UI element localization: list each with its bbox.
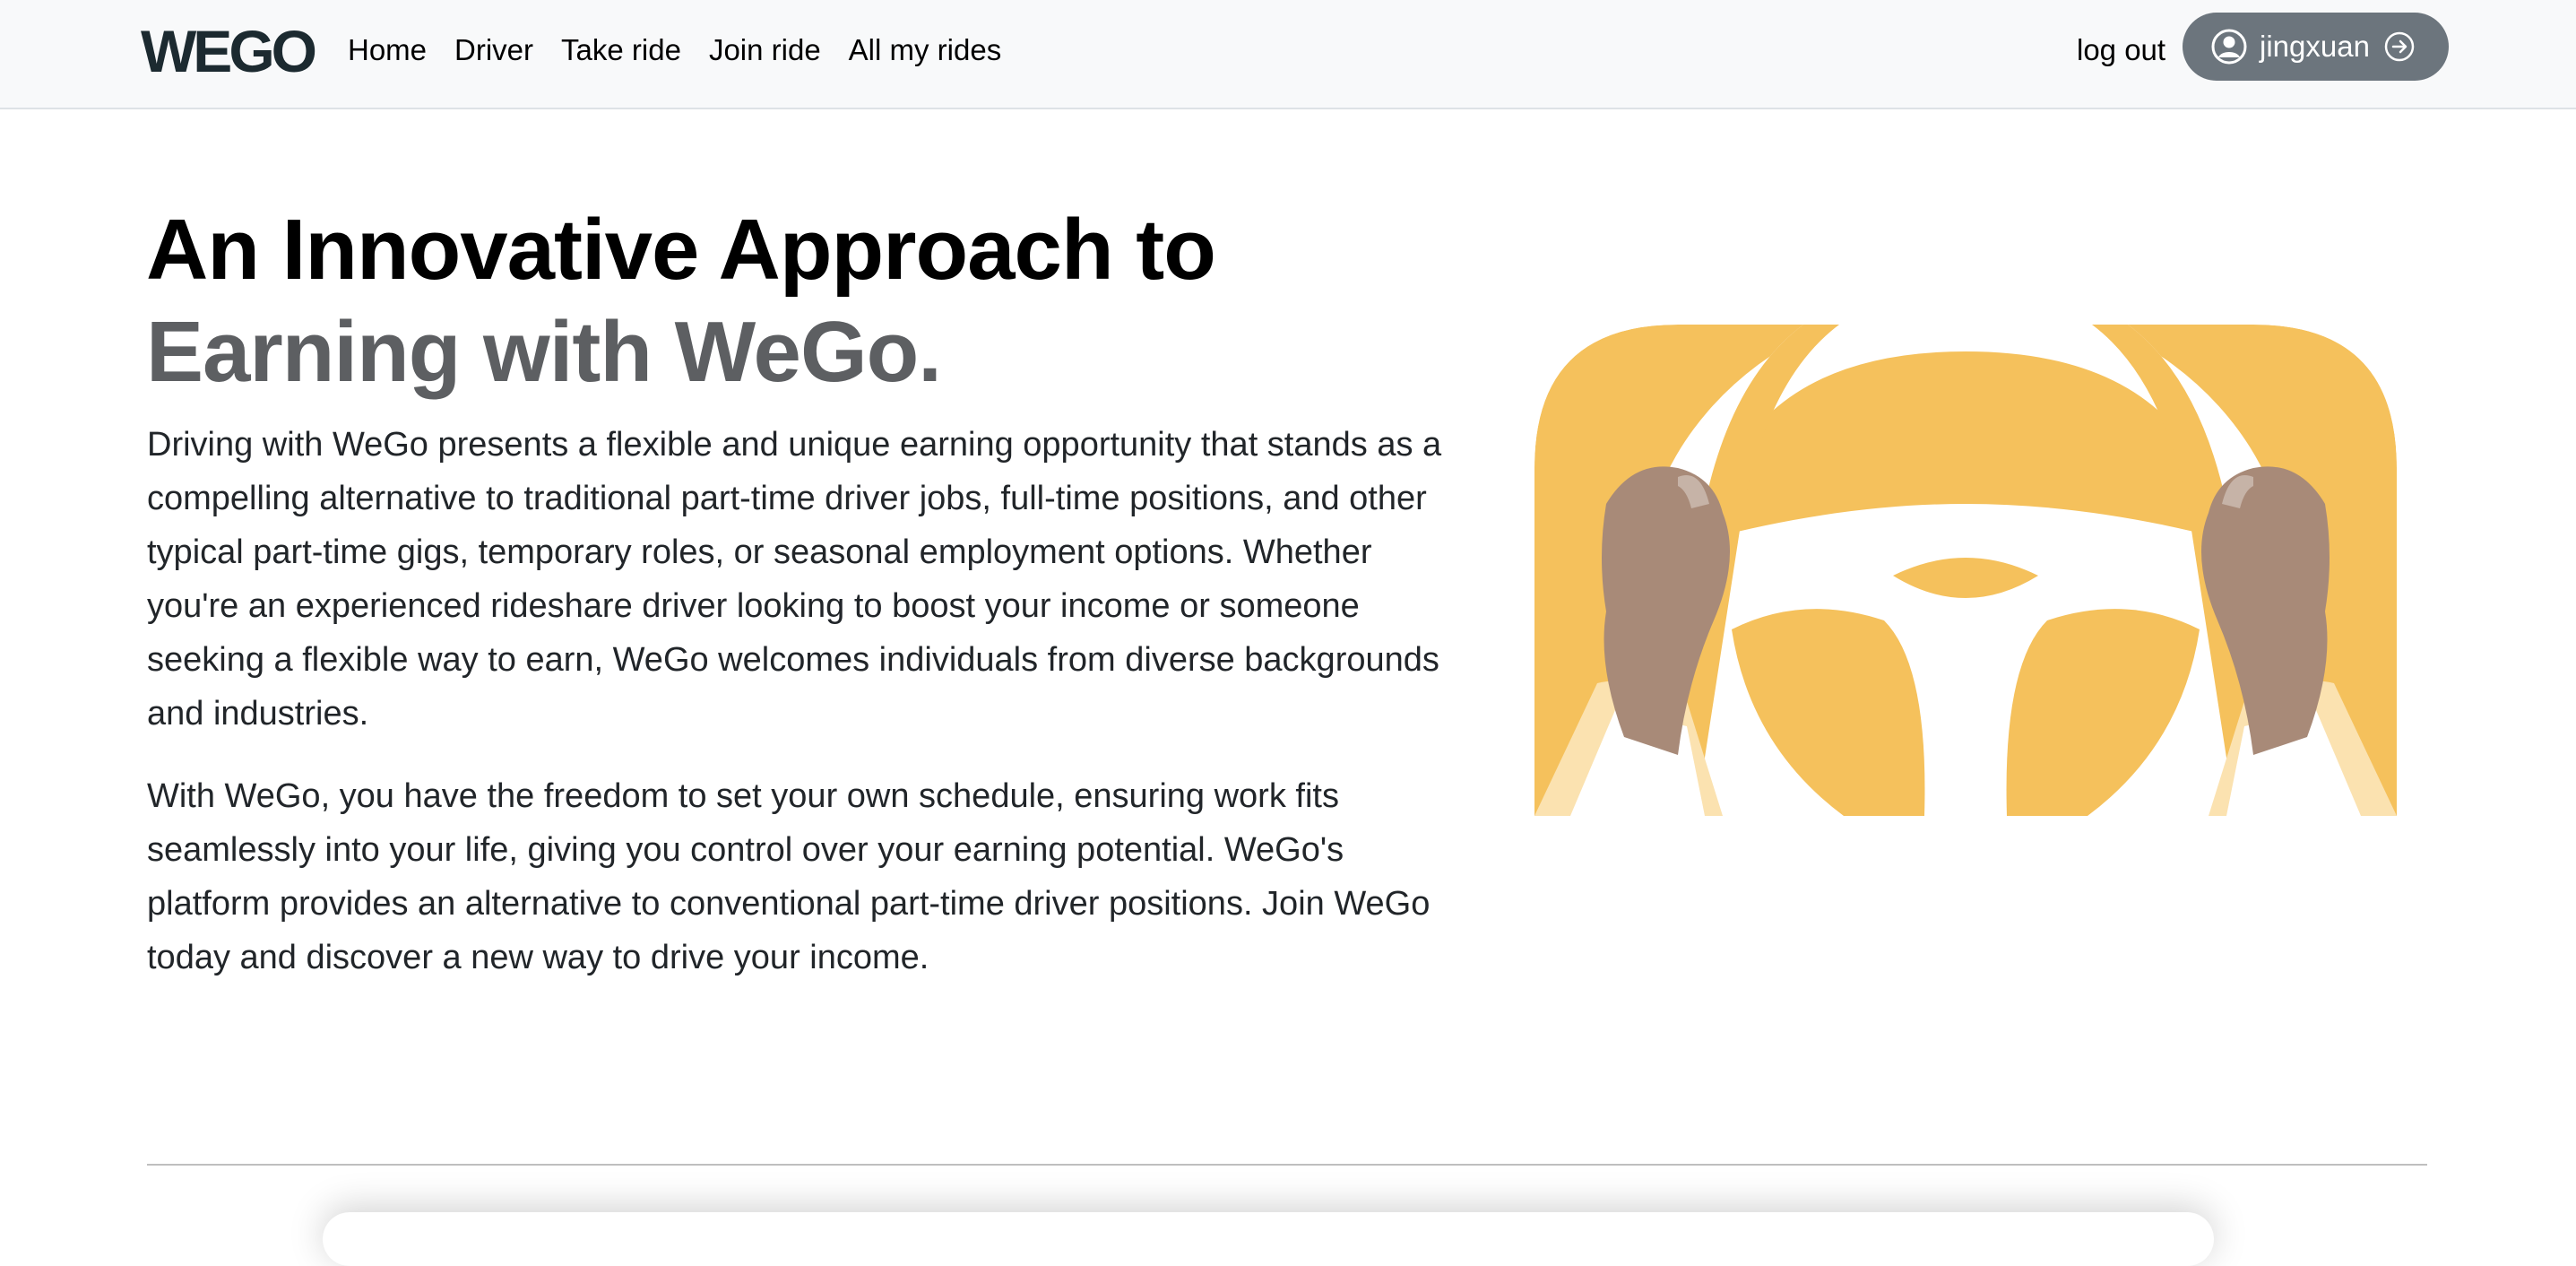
nav-link-join-ride[interactable]: Join ride	[709, 27, 821, 74]
user-account-button[interactable]: jingxuan	[2183, 13, 2449, 81]
hero-title-line2: Earning with WeGo.	[146, 304, 942, 400]
hero-paragraph-2: With WeGo, you have the freedom to set y…	[147, 777, 1431, 976]
hero-title: An Innovative Approach to Earning with W…	[146, 199, 1216, 403]
logout-link[interactable]: log out	[2077, 27, 2165, 74]
nav-link-home[interactable]: Home	[348, 27, 427, 74]
top-navbar: WEGO Home Driver Take ride Join ride All…	[0, 0, 2576, 109]
next-section-card	[323, 1212, 2214, 1266]
svg-text:WEGO: WEGO	[141, 22, 316, 81]
nav-link-driver[interactable]: Driver	[454, 27, 533, 74]
hero-paragraph-1: Driving with WeGo presents a flexible an…	[147, 426, 1442, 733]
nav-link-take-ride[interactable]: Take ride	[561, 27, 681, 74]
section-divider	[147, 1164, 2427, 1166]
nav-link-all-my-rides[interactable]: All my rides	[849, 27, 1002, 74]
username-label: jingxuan	[2260, 30, 2370, 63]
arrow-right-circle-icon	[2384, 31, 2415, 62]
nav-links: Home Driver Take ride Join ride All my r…	[348, 27, 1029, 74]
steering-wheel-hands-illustration	[1534, 325, 2397, 816]
wego-logo[interactable]: WEGO	[141, 22, 316, 81]
person-circle-icon	[2211, 29, 2247, 65]
hero-title-line1: An Innovative Approach to	[146, 202, 1216, 298]
